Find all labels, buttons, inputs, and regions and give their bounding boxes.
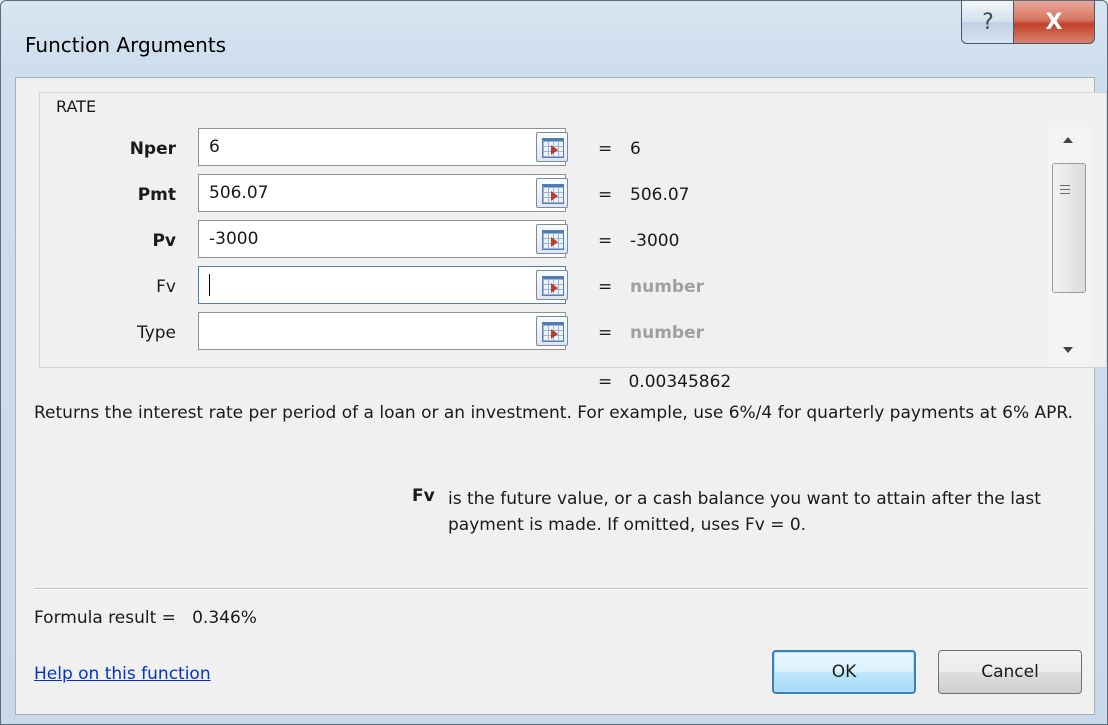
equals-sign: =: [598, 323, 613, 343]
function-arguments-dialog: Function Arguments ? X RATE Nper 6 = 6 P…: [0, 0, 1108, 725]
arg-input-fv[interactable]: [198, 266, 566, 304]
collapse-dialog-icon[interactable]: [536, 270, 568, 300]
scrollbar-thumb[interactable]: [1052, 163, 1086, 293]
collapse-dialog-icon[interactable]: [536, 132, 568, 162]
arg-help-text: is the future value, or a cash balance y…: [448, 489, 1041, 535]
function-description: Returns the interest rate per period of …: [34, 403, 1074, 423]
arg-value-pv: -3000: [630, 231, 680, 251]
arg-value-fv: number: [630, 277, 705, 297]
help-on-function-link[interactable]: Help on this function: [34, 664, 211, 684]
arguments-group: RATE Nper 6 = 6 Pmt 506.07 = 506.07 Pv -…: [39, 92, 1107, 368]
function-result-value: 0.00345862: [628, 372, 732, 392]
arg-input-type[interactable]: [198, 312, 566, 350]
scroll-up-icon[interactable]: [1063, 137, 1073, 143]
collapse-dialog-icon[interactable]: [536, 178, 568, 208]
function-result: = 0.00345862: [598, 372, 731, 392]
title-bar[interactable]: Function Arguments ? X: [1, 1, 1107, 77]
cancel-button[interactable]: Cancel: [938, 650, 1082, 694]
arg-input-pmt[interactable]: 506.07: [198, 174, 566, 212]
grip-icon: [1060, 185, 1070, 197]
arg-input-pv[interactable]: -3000: [198, 220, 566, 258]
scroll-down-icon[interactable]: [1063, 347, 1073, 353]
function-name-label: RATE: [56, 97, 97, 116]
help-question-icon[interactable]: ?: [961, 1, 1015, 44]
arg-label-type: Type: [136, 323, 176, 343]
ok-button[interactable]: OK: [772, 650, 916, 694]
equals-sign: =: [598, 139, 613, 159]
close-icon[interactable]: X: [1013, 1, 1095, 44]
arguments-scrollbar[interactable]: [1048, 127, 1092, 363]
dialog-title: Function Arguments: [25, 33, 227, 57]
arg-value-type: number: [630, 323, 705, 343]
dialog-body: RATE Nper 6 = 6 Pmt 506.07 = 506.07 Pv -…: [15, 77, 1107, 715]
collapse-dialog-icon[interactable]: [536, 316, 568, 346]
formula-result: Formula result = 0.346%: [34, 608, 257, 628]
divider: [34, 588, 1088, 590]
formula-result-value: 0.346%: [192, 608, 257, 628]
collapse-dialog-icon[interactable]: [536, 224, 568, 254]
formula-result-label: Formula result =: [34, 608, 176, 628]
text-caret: [209, 274, 210, 296]
arg-label-pv: Pv: [152, 231, 176, 251]
arg-label-fv: Fv: [156, 277, 176, 297]
arg-label-pmt: Pmt: [137, 185, 176, 205]
arg-value-pmt: 506.07: [630, 185, 690, 205]
equals-sign: =: [598, 231, 613, 251]
arg-input-nper[interactable]: 6: [198, 128, 566, 166]
arg-label-nper: Nper: [129, 139, 176, 159]
equals-sign: =: [598, 185, 613, 205]
arg-value-nper: 6: [630, 139, 641, 159]
equals-sign: =: [598, 372, 613, 392]
equals-sign: =: [598, 277, 613, 297]
arg-help-name: Fv: [412, 486, 435, 506]
